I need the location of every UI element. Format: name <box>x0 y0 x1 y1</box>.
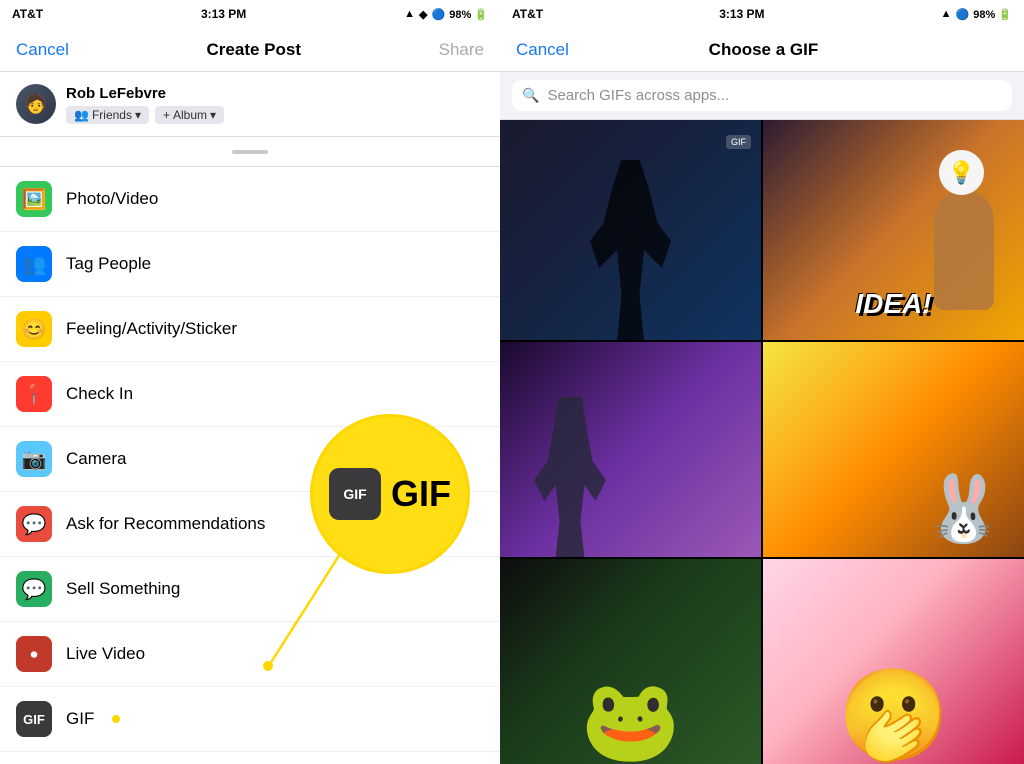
cancel-button-right[interactable]: Cancel <box>516 40 569 60</box>
time-left: 3:13 PM <box>201 7 246 21</box>
scroll-handle <box>232 150 268 154</box>
gif-cell-5[interactable]: 🐸 <box>500 559 761 764</box>
person-body <box>934 190 994 310</box>
user-badges: 👥 Friends ▾ + Album ▾ <box>66 106 224 124</box>
kermit-figure: 🐸 <box>581 674 681 764</box>
check-in-label: Check In <box>66 384 133 404</box>
search-input-wrap[interactable]: 🔍 Search GIFs across apps... <box>512 80 1012 111</box>
wrestler-figure <box>586 160 676 340</box>
ask-recommendations-icon: 💬 <box>16 506 52 542</box>
create-post-title: Create Post <box>207 40 301 60</box>
minion-figure: 🐰 <box>923 471 1004 547</box>
user-info: Rob LeFebvre 👥 Friends ▾ + Album ▾ <box>66 85 224 124</box>
menu-item-check-in[interactable]: 📍 Check In <box>0 362 500 427</box>
live-video-icon: ⏺ <box>16 636 52 672</box>
carrier-left: AT&T <box>12 7 43 21</box>
feeling-label: Feeling/Activity/Sticker <box>66 319 237 339</box>
bluetooth-icon: 🔵 <box>432 8 446 21</box>
carrier-right: AT&T <box>512 7 543 21</box>
gif-icon: GIF <box>16 701 52 737</box>
man-figure <box>530 397 610 557</box>
time-right: 3:13 PM <box>719 7 764 21</box>
gif-badge-large: GIF <box>329 468 381 520</box>
photo-video-icon: 🖼️ <box>16 181 52 217</box>
gif-dot-indicator <box>112 715 120 723</box>
photo-video-label: Photo/Video <box>66 189 158 209</box>
menu-item-gif[interactable]: GIF GIF <box>0 687 500 752</box>
battery-left: 98% 🔋 <box>449 8 488 21</box>
status-bar-right: AT&T 3:13 PM ▲ 🔵 98% 🔋 <box>500 0 1024 28</box>
menu-item-feeling-activity[interactable]: 😊 Feeling/Activity/Sticker <box>0 297 500 362</box>
location-icon: ◆ <box>419 8 427 21</box>
idea-text: IDEA! <box>855 288 931 320</box>
battery-right: 98% 🔋 <box>973 8 1012 21</box>
left-panel: AT&T 3:13 PM ▲ ◆ 🔵 98% 🔋 Cancel Create P… <box>0 0 500 764</box>
album-icon: + <box>163 108 170 122</box>
gif-cell-1[interactable]: GIF <box>500 120 761 340</box>
search-bar: 🔍 Search GIFs across apps... <box>500 72 1024 120</box>
friends-badge[interactable]: 👥 Friends ▾ <box>66 106 149 124</box>
tag-people-icon: 👥 <box>16 246 52 282</box>
ask-recommendations-label: Ask for Recommendations <box>66 514 265 534</box>
avatar: 🧑 <box>16 84 56 124</box>
avatar-image: 🧑 <box>16 84 56 124</box>
right-panel: AT&T 3:13 PM ▲ 🔵 98% 🔋 Cancel Choose a G… <box>500 0 1024 764</box>
menu-item-live-video[interactable]: ⏺ Live Video <box>0 622 500 687</box>
gif-cell-2[interactable]: 💡 IDEA! <box>763 120 1024 340</box>
gif-grid: GIF 💡 IDEA! 🐰 🐸 🫢 <box>500 120 1024 764</box>
menu-item-sell-something[interactable]: 💬 Sell Something <box>0 557 500 622</box>
camera-icon: 📷 <box>16 441 52 477</box>
cancel-button-left[interactable]: Cancel <box>16 40 69 60</box>
gif-text-large: GIF <box>391 473 451 515</box>
friends-icon: 👥 <box>74 108 89 122</box>
tag-people-label: Tag People <box>66 254 151 274</box>
nav-bar-left: Cancel Create Post Share <box>0 28 500 72</box>
album-badge[interactable]: + Album ▾ <box>155 106 224 124</box>
menu-item-photo-video[interactable]: 🖼️ Photo/Video <box>0 167 500 232</box>
gif-label: GIF <box>66 709 94 729</box>
choose-gif-title: Choose a GIF <box>709 40 819 60</box>
search-placeholder: Search GIFs across apps... <box>547 87 729 104</box>
nav-bar-right: Cancel Choose a GIF <box>500 28 1024 72</box>
menu-item-tag-people[interactable]: 👥 Tag People <box>0 232 500 297</box>
sell-something-icon: 💬 <box>16 571 52 607</box>
feeling-icon: 😊 <box>16 311 52 347</box>
share-button[interactable]: Share <box>439 40 484 60</box>
friends-chevron: ▾ <box>135 108 141 122</box>
gif-cell-4[interactable]: 🐰 <box>763 342 1024 557</box>
camera-label: Camera <box>66 449 126 469</box>
menu-item-background-color[interactable]: Aa Background Color <box>0 752 500 764</box>
bluetooth-icon-right: 🔵 <box>956 8 970 21</box>
live-video-label: Live Video <box>66 644 145 664</box>
gif-cell-3[interactable] <box>500 342 761 557</box>
album-chevron: ▾ <box>210 108 216 122</box>
status-icons-left: ▲ ◆ 🔵 98% 🔋 <box>404 8 488 21</box>
search-icon: 🔍 <box>522 87 539 104</box>
signal-icon-right: ▲ <box>941 8 952 20</box>
user-row: 🧑 Rob LeFebvre 👥 Friends ▾ + Album ▾ <box>0 72 500 137</box>
covering-mouth-figure: 🫢 <box>837 663 949 764</box>
check-in-icon: 📍 <box>16 376 52 412</box>
sell-something-label: Sell Something <box>66 579 180 599</box>
user-name: Rob LeFebvre <box>66 85 224 102</box>
scroll-indicator <box>0 137 500 167</box>
signal-icon: ▲ <box>404 8 415 20</box>
status-icons-right: ▲ 🔵 98% 🔋 <box>941 8 1012 21</box>
gif-callout-overlay: GIF GIF <box>310 414 470 574</box>
gif-cell-6[interactable]: 🫢 <box>763 559 1024 764</box>
lightbulb-head: 💡 <box>939 150 984 195</box>
status-bar-left: AT&T 3:13 PM ▲ ◆ 🔵 98% 🔋 <box>0 0 500 28</box>
gif-1-watermark: GIF <box>726 135 751 149</box>
